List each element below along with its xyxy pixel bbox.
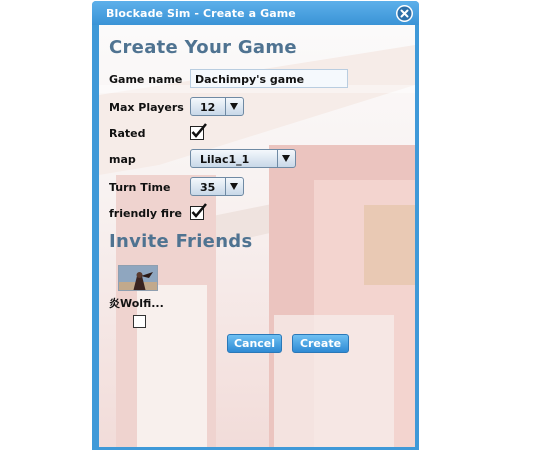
close-icon [397, 6, 412, 21]
map-value: Lilac1_1 [200, 153, 250, 166]
game-name-input[interactable]: Dachimpy's game [190, 69, 348, 88]
friendly-fire-checkbox[interactable] [190, 203, 208, 221]
max-players-value: 12 [200, 101, 216, 114]
chevron-down-icon [230, 103, 238, 110]
dialog-title: Blockade Sim - Create a Game [106, 7, 296, 20]
create-game-heading: Create Your Game [109, 37, 297, 58]
dialog-content: Create Your Game Game name Dachimpy's ga… [99, 25, 415, 447]
chevron-down-icon [230, 183, 238, 190]
chevron-down-icon [282, 155, 290, 162]
game-name-label: Game name [109, 73, 183, 86]
close-button[interactable] [396, 5, 413, 22]
rated-label: Rated [109, 127, 146, 140]
max-players-select[interactable]: 12 [190, 97, 244, 116]
rated-checkbox[interactable] [190, 123, 208, 141]
create-game-dialog: Blockade Sim - Create a Game Create Your… [92, 1, 419, 450]
dialog-titlebar[interactable]: Blockade Sim - Create a Game [92, 1, 419, 25]
turn-time-value: 35 [200, 181, 216, 194]
turn-time-select[interactable]: 35 [190, 177, 244, 196]
avatar [119, 266, 157, 290]
max-players-dropdown-arrow[interactable] [225, 98, 243, 115]
create-button[interactable]: Create [292, 334, 349, 353]
map-select[interactable]: Lilac1_1 [190, 149, 296, 168]
cancel-button[interactable]: Cancel [227, 334, 282, 353]
invite-friends-heading: Invite Friends [109, 231, 253, 252]
turn-time-dropdown-arrow[interactable] [225, 178, 243, 195]
invite-friend-checkbox[interactable] [133, 315, 146, 328]
friendly-fire-label: friendly fire [109, 207, 182, 220]
turn-time-label: Turn Time [109, 181, 171, 194]
friend-name: 炎Wolfi... [109, 297, 164, 310]
friend-avatar [118, 265, 158, 291]
map-dropdown-arrow[interactable] [277, 150, 295, 167]
max-players-label: Max Players [109, 101, 184, 114]
map-label: map [109, 153, 136, 166]
